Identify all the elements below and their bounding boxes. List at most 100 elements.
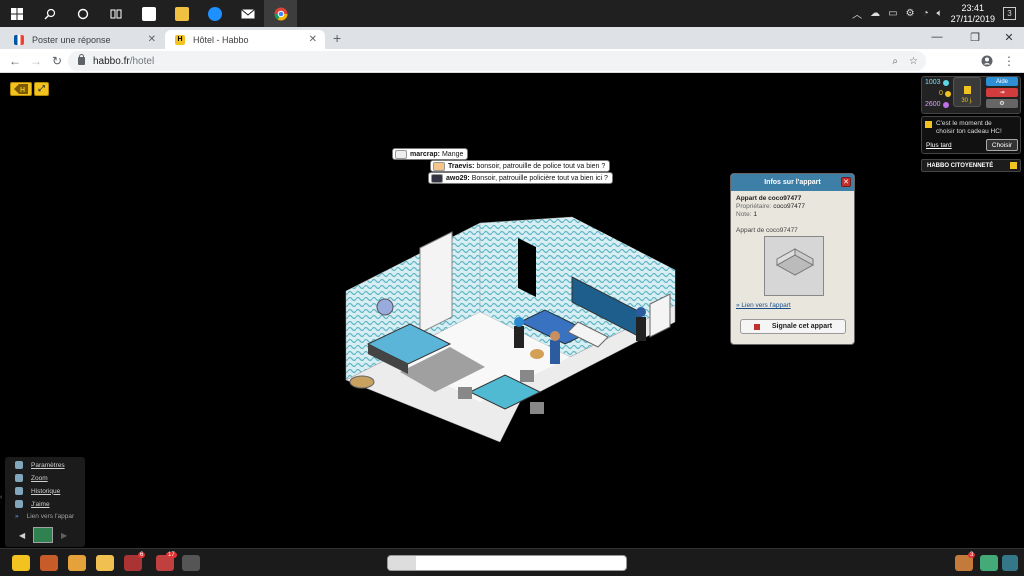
edge-icon[interactable]: [198, 0, 231, 27]
search-icon[interactable]: [33, 0, 66, 27]
avatar-character[interactable]: [550, 331, 560, 364]
room-scene[interactable]: [340, 212, 685, 447]
tab-title: Hôtel - Habbo: [193, 34, 249, 45]
menu-label: J'aime: [31, 500, 50, 508]
room-thumb-small[interactable]: [33, 527, 53, 543]
new-tab-icon[interactable]: +: [333, 30, 341, 46]
doorway: [518, 238, 536, 297]
chat-input[interactable]: [387, 555, 627, 571]
avatar: [395, 149, 407, 159]
help-button[interactable]: Aide: [986, 77, 1018, 86]
network-icon[interactable]: ▭: [888, 8, 897, 19]
games-icon[interactable]: [68, 555, 86, 571]
minimize-icon[interactable]: —: [920, 27, 954, 47]
friend-list-icon[interactable]: [980, 555, 998, 571]
like-link[interactable]: J'aime: [15, 500, 50, 508]
chrome-icon[interactable]: [264, 0, 297, 27]
menu-label: Paramètres: [31, 461, 65, 469]
room-settings-link[interactable]: Paramètres: [15, 461, 65, 469]
forward-icon[interactable]: →: [27, 52, 45, 70]
rooms-navigator-icon[interactable]: [40, 555, 58, 571]
citizenship-label: HABBO CITOYENNETÉ: [927, 162, 994, 169]
chat-bubble[interactable]: awo29: Bonsoir, patrouille policière tout…: [428, 172, 613, 184]
owner-row: Propriétaire: coco97477: [736, 203, 805, 210]
citizenship-icon: [1010, 162, 1017, 169]
store-icon[interactable]: [132, 0, 165, 27]
close-tab-icon[interactable]: ✕: [148, 34, 156, 45]
catalog-icon[interactable]: [96, 555, 114, 571]
friends-badge: 17: [166, 552, 177, 558]
windows-taskbar: ︿ ☁ ▭ ⚙ ◔ 🔈︎ 23:41 27/11/2019 3: [0, 0, 1024, 27]
fullscreen-icon[interactable]: ⤢: [34, 82, 49, 96]
chat-style-selector[interactable]: [388, 556, 416, 570]
camera-icon[interactable]: [182, 555, 200, 571]
zoom-icon[interactable]: ⌕: [892, 56, 898, 67]
notification-center-icon[interactable]: 3: [1003, 7, 1016, 20]
windows-start-icon[interactable]: [0, 0, 33, 27]
wifi-icon[interactable]: ◔: [923, 8, 929, 19]
chat-bubble[interactable]: marcrap: Mange: [392, 148, 469, 160]
hc-gift-notification: C'est le moment de choisir ton cadeau HC…: [921, 116, 1021, 154]
later-link[interactable]: Plus tard: [926, 142, 952, 149]
chat-text: Bonsoir, patrouille policière tout va bi…: [471, 174, 608, 182]
tab-habbo-hotel[interactable]: H Hôtel - Habbo ✕: [165, 30, 325, 49]
report-room-button[interactable]: Signale cet appart: [740, 319, 846, 334]
cloud-icon[interactable]: ☁: [870, 8, 880, 19]
browser-tab-strip: Poster une réponse ✕ H Hôtel - Habbo ✕: [0, 27, 1024, 49]
report-label: Signale cet appart: [771, 323, 833, 330]
address-bar[interactable]: habbo.fr/hotel ⌕ ☆: [68, 51, 926, 71]
close-icon[interactable]: ✕: [841, 177, 851, 187]
task-view-icon[interactable]: [99, 0, 132, 27]
avatar-character[interactable]: [636, 307, 646, 341]
credit-icon: [944, 90, 951, 97]
close-tab-icon[interactable]: ✕: [309, 34, 317, 45]
citizenship-bar[interactable]: HABBO CITOYENNETÉ: [921, 159, 1021, 172]
settings-tray-icon[interactable]: ⚙: [906, 8, 915, 19]
close-window-icon[interactable]: ✕: [992, 27, 1024, 47]
profile-icon[interactable]: [978, 52, 996, 70]
prev-arrow-icon[interactable]: ◀: [19, 531, 25, 540]
hotel-view-button[interactable]: H: [10, 82, 32, 96]
room-link-item[interactable]: » Lien vers l'appar: [15, 513, 74, 520]
avatar-character[interactable]: [514, 317, 524, 348]
next-arrow-icon[interactable]: ▶: [61, 531, 67, 540]
history-icon: [15, 487, 23, 495]
owner-name[interactable]: coco97477: [773, 203, 805, 210]
pet-dog[interactable]: [530, 349, 544, 359]
maximize-icon[interactable]: ❐: [958, 27, 992, 47]
system-tray: ︿ ☁ ▭ ⚙ ◔ 🔈︎ 23:41 27/11/2019 3: [852, 0, 1024, 27]
game-viewport[interactable]: H ⤢ marcrap: Mange Traevis: bonsoir, patro…: [0, 74, 1024, 548]
settings-gear-icon[interactable]: ⚙: [986, 99, 1018, 108]
room-link[interactable]: » Lien vers l'appart: [736, 302, 791, 309]
back-icon[interactable]: ←: [6, 52, 24, 70]
mail-icon[interactable]: [231, 0, 264, 27]
wardrobe: [419, 231, 453, 334]
cortana-icon[interactable]: [66, 0, 99, 27]
choose-button[interactable]: Choisir: [986, 139, 1018, 151]
hc-club-box[interactable]: 30 j.: [953, 77, 981, 107]
help-label: Aide: [995, 78, 1008, 85]
logout-icon[interactable]: ⇥: [986, 88, 1018, 97]
file-explorer-icon[interactable]: [165, 0, 198, 27]
zoom-link[interactable]: Zoom: [15, 474, 48, 482]
chat-bubble[interactable]: Traevis: bonsoir, patrouille de police to…: [430, 160, 611, 172]
wall-clock: [376, 298, 394, 316]
menu-icon[interactable]: ⋮: [1000, 52, 1018, 70]
bookmark-star-icon[interactable]: ☆: [909, 56, 918, 67]
chevron-up-icon[interactable]: ︿: [852, 6, 862, 21]
room-tools-menu: Paramètres Zoom Historique J'aime » Lien …: [5, 457, 85, 547]
collapse-menu-icon[interactable]: ‹: [0, 494, 5, 506]
thumb-caption: Appart de coco97477: [736, 227, 798, 234]
volume-icon[interactable]: 🔈︎: [937, 8, 943, 19]
room-info-title[interactable]: Infos sur l'appart: [731, 174, 854, 191]
hotel-home-icon[interactable]: [12, 555, 30, 571]
rating-value: 1: [753, 211, 757, 218]
ducket-icon: [942, 101, 949, 108]
tab-poster-reponse[interactable]: Poster une réponse ✕: [4, 30, 164, 49]
lock-icon[interactable]: [78, 54, 85, 65]
reload-icon[interactable]: ↻: [48, 52, 66, 70]
search-friends-icon[interactable]: [1002, 555, 1018, 571]
history-link[interactable]: Historique: [15, 487, 60, 495]
clock[interactable]: 23:41 27/11/2019: [951, 3, 995, 25]
flag-icon: [753, 323, 760, 330]
